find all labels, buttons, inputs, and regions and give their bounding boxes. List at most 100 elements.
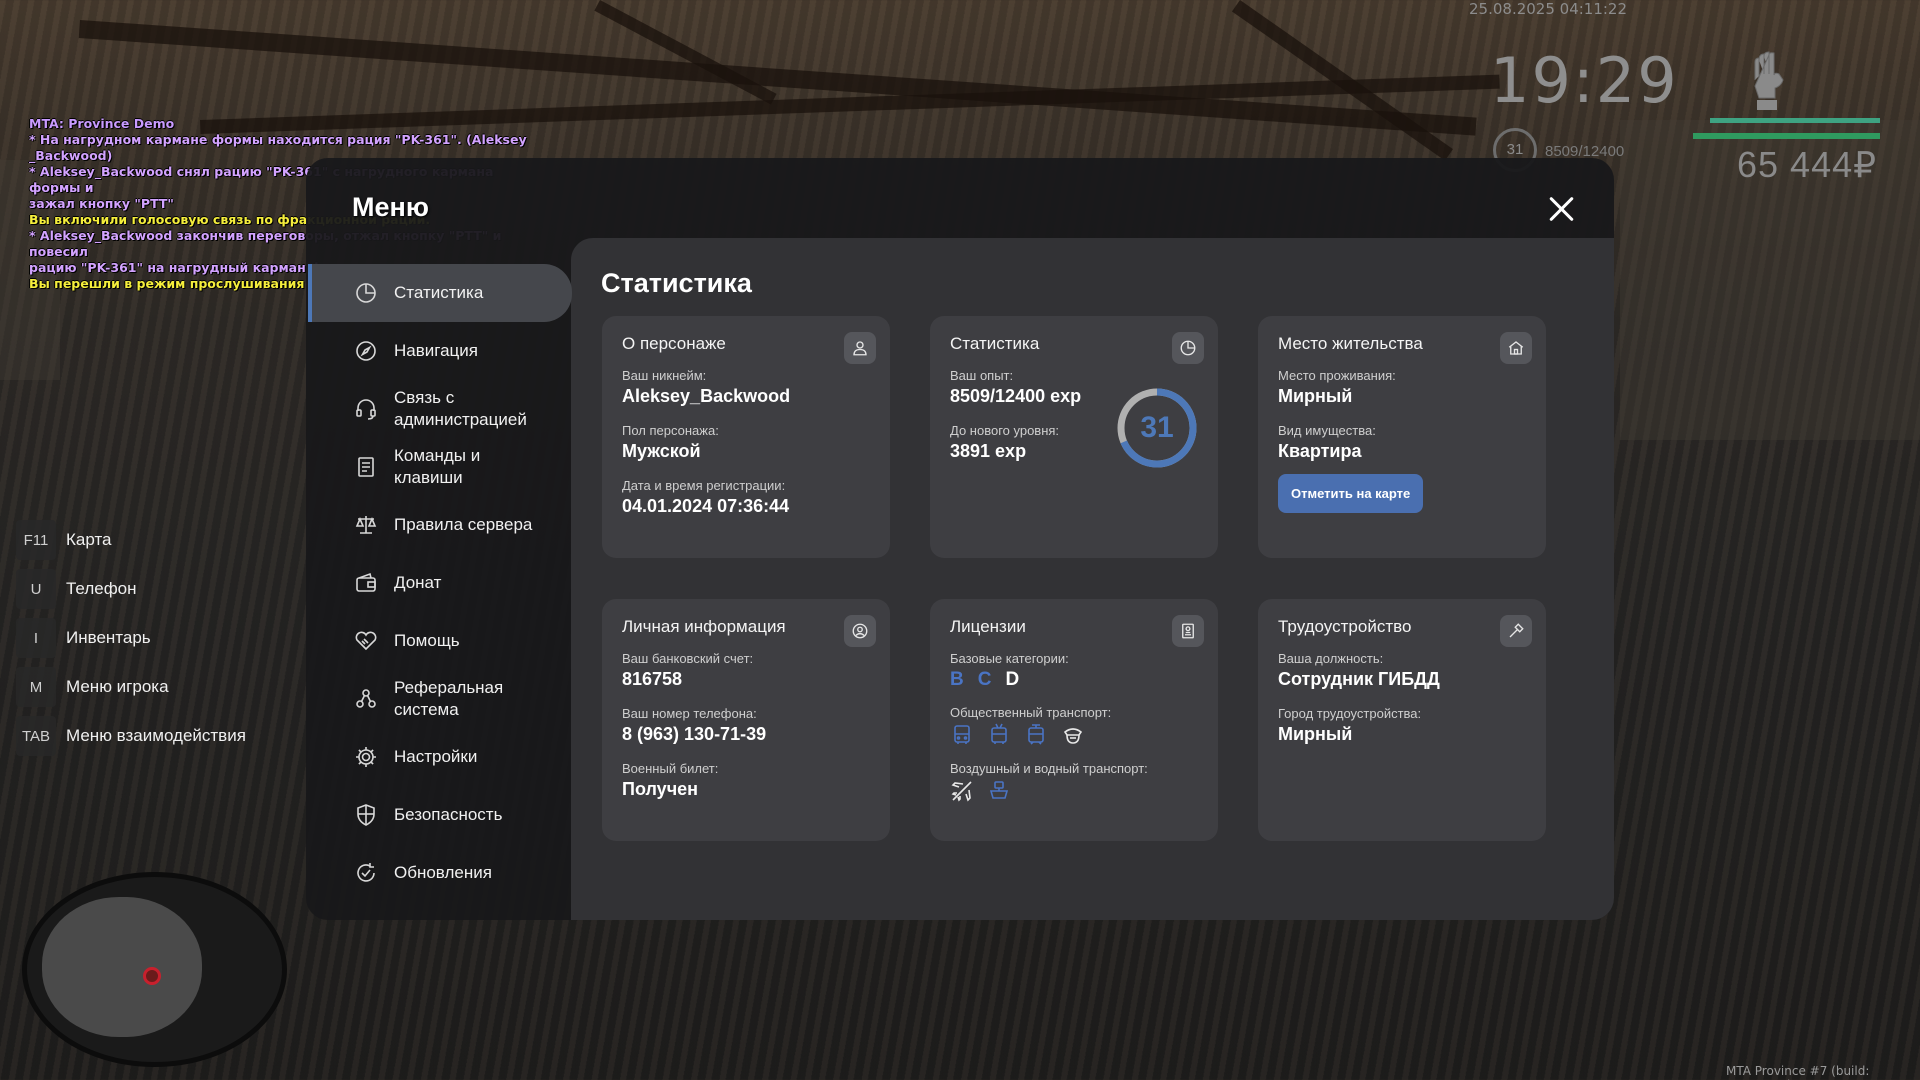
minimap bbox=[22, 872, 287, 1067]
trolleybus-icon bbox=[991, 723, 1007, 744]
military-value: Получен bbox=[622, 779, 699, 799]
gear-icon bbox=[356, 747, 376, 767]
card-title: Трудоустройство bbox=[1278, 617, 1412, 636]
level-progress-ring: 31 bbox=[1115, 386, 1199, 470]
keybind-list: F11 Карта U Телефон I Инвентарь M Меню игрок… bbox=[16, 520, 246, 765]
card-title: Лицензии bbox=[950, 617, 1026, 636]
scales-icon bbox=[355, 516, 377, 534]
key-badge: M bbox=[16, 667, 56, 707]
sidebar-item-rules[interactable]: Правила сервера bbox=[308, 496, 572, 554]
sidebar-item-donate[interactable]: Донат bbox=[308, 554, 572, 612]
key-badge: U bbox=[16, 569, 56, 609]
keybind-label: Меню взаимодействия bbox=[66, 726, 246, 745]
base-categories-label: Базовые категории: bbox=[950, 651, 1069, 666]
keybind-label: Карта bbox=[66, 530, 112, 549]
card-character: О персонаже Ваш никнейм: Aleksey_Backwoo… bbox=[602, 316, 890, 558]
sidebar-item-label: Правила сервера bbox=[394, 515, 533, 534]
license-categories: B C D bbox=[950, 669, 1198, 691]
residence-place-label: Место проживания: bbox=[1278, 368, 1396, 383]
pie-chart-icon bbox=[1172, 332, 1204, 364]
wallet-icon bbox=[356, 572, 376, 592]
phone-label: Ваш номер телефона: bbox=[622, 706, 757, 721]
sidebar-item-navigation[interactable]: Навигация bbox=[308, 322, 572, 380]
headset-icon bbox=[356, 399, 376, 420]
sidebar-item-referral[interactable]: Реферальная система bbox=[308, 670, 572, 728]
keybind-player-menu[interactable]: M Меню игрока bbox=[16, 667, 246, 707]
registration-value: 04.01.2024 07:36:44 bbox=[622, 496, 790, 516]
compass-icon bbox=[356, 341, 376, 361]
user-icon bbox=[844, 332, 876, 364]
sidebar-item-label: Навигация bbox=[394, 341, 478, 360]
pie-chart-icon bbox=[356, 283, 376, 303]
player-marker-icon bbox=[143, 967, 161, 985]
air-water-icons bbox=[950, 779, 1198, 803]
key-badge: F11 bbox=[16, 520, 56, 560]
bank-label: Ваш банковский счет: bbox=[622, 651, 754, 666]
card-title: Место жительства bbox=[1278, 334, 1423, 353]
fist-icon bbox=[1745, 50, 1793, 112]
card-employment: Трудоустройство Ваша должность: Сотрудни… bbox=[1258, 599, 1546, 841]
exp-label: Ваш опыт: bbox=[950, 368, 1014, 383]
card-title: Личная информация bbox=[622, 617, 786, 636]
public-transport-icons bbox=[950, 723, 1198, 747]
category-c: C bbox=[977, 669, 992, 690]
registration-label: Дата и время регистрации: bbox=[622, 478, 786, 493]
sidebar-item-label: Донат bbox=[394, 573, 442, 592]
keybind-inventory[interactable]: I Инвентарь bbox=[16, 618, 246, 658]
keybind-interaction-menu[interactable]: TAB Меню взаимодействия bbox=[16, 716, 246, 756]
license-card-icon bbox=[1172, 615, 1204, 647]
health-bar bbox=[1710, 118, 1880, 123]
refresh-check-icon bbox=[357, 863, 375, 882]
hud-money: 65 444₽ bbox=[1737, 144, 1878, 185]
hud-datetime: 25.08.2025 04:11:22 bbox=[1469, 0, 1628, 18]
gender-label: Пол персонажа: bbox=[622, 423, 719, 438]
document-icon bbox=[358, 457, 374, 477]
sidebar-item-statistics[interactable]: Статистика bbox=[308, 264, 572, 322]
sidebar-item-label: Реферальная система bbox=[394, 678, 504, 719]
sidebar-item-settings[interactable]: Настройки bbox=[308, 728, 572, 786]
keybind-label: Инвентарь bbox=[66, 628, 151, 647]
key-badge: TAB bbox=[16, 716, 56, 756]
key-badge: I bbox=[16, 618, 56, 658]
user-circle-icon bbox=[844, 615, 876, 647]
public-transport-label: Общественный транспорт: bbox=[950, 705, 1112, 720]
keybind-phone[interactable]: U Телефон bbox=[16, 569, 246, 609]
hammer-icon bbox=[1500, 615, 1532, 647]
level-number: 31 bbox=[1140, 411, 1174, 444]
bank-value: 816758 bbox=[622, 669, 683, 689]
bus-icon bbox=[954, 725, 970, 744]
property-type-value: Квартира bbox=[1278, 441, 1362, 461]
residence-place-value: Мирный bbox=[1278, 386, 1353, 406]
air-water-label: Воздушный и водный транспорт: bbox=[950, 761, 1148, 776]
military-label: Военный билет: bbox=[622, 761, 719, 776]
category-d: D bbox=[1005, 669, 1020, 690]
sidebar-item-label: Связь с администрацией bbox=[394, 388, 527, 429]
property-type-label: Вид имущества: bbox=[1278, 423, 1376, 438]
build-info: MTA Province #7 (build: 6.12416.9) bbox=[1726, 1064, 1870, 1080]
keybind-map[interactable]: F11 Карта bbox=[16, 520, 246, 560]
sidebar-item-label: Команды и клавиши bbox=[394, 446, 481, 487]
work-city-label: Город трудоустройства: bbox=[1278, 706, 1422, 721]
card-title: Статистика bbox=[950, 334, 1040, 353]
sidebar-item-security[interactable]: Безопасность bbox=[308, 786, 572, 844]
sidebar-item-help[interactable]: Помощь bbox=[308, 612, 572, 670]
mark-on-map-button[interactable]: Отметить на карте bbox=[1278, 474, 1424, 513]
sidebar-item-label: Статистика bbox=[394, 283, 484, 302]
plane-icon bbox=[951, 781, 972, 802]
position-value: Сотрудник ГИБДД bbox=[1278, 669, 1440, 689]
close-icon[interactable] bbox=[1546, 193, 1578, 225]
keybind-label: Телефон bbox=[66, 579, 137, 598]
category-b: B bbox=[950, 669, 964, 690]
card-licenses: Лицензии Базовые категории: B C D Общест… bbox=[930, 599, 1218, 841]
content-title: Статистика bbox=[601, 268, 752, 298]
sidebar-item-commands[interactable]: Команды и клавиши bbox=[308, 438, 572, 496]
sidebar-item-label: Настройки bbox=[394, 747, 478, 766]
referral-icon bbox=[356, 689, 376, 708]
boat-icon bbox=[989, 781, 1009, 799]
phone-value: 8 (963) 130-71-39 bbox=[622, 724, 767, 744]
sidebar-item-label: Помощь bbox=[394, 631, 460, 650]
sidebar-item-updates[interactable]: Обновления bbox=[308, 844, 572, 902]
house-icon bbox=[1500, 332, 1532, 364]
keybind-label: Меню игрока bbox=[66, 677, 169, 696]
sidebar-item-admin-contact[interactable]: Связь с администрацией bbox=[308, 380, 572, 438]
